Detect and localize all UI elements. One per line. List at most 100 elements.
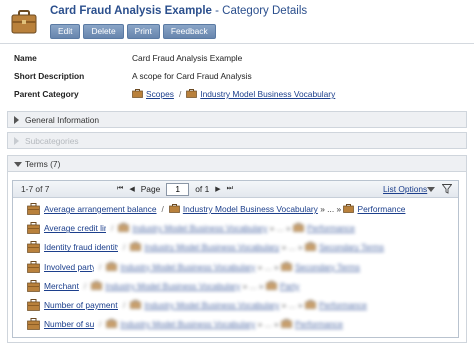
path-separator: / [99, 261, 102, 272]
table-row: Number of suspicious transactions / Indust… [27, 316, 437, 335]
name-value: Card Fraud Analysis Example [132, 53, 243, 63]
short-description-label: Short Description [14, 71, 85, 81]
term-category-path: / Industry Model Business Vocabulary » ..… [118, 242, 384, 252]
path-separator: / [178, 89, 182, 99]
term-path: Involved party at transaction status / Ind… [44, 261, 360, 272]
term-icon [27, 279, 40, 292]
general-information-panel[interactable]: General Information [7, 111, 467, 128]
term-icon [27, 260, 40, 273]
path-ellipsis: » ... » [255, 319, 281, 330]
short-description-value: A scope for Card Fraud Analysis [132, 71, 252, 81]
category-icon [169, 204, 183, 214]
category-link[interactable]: Industry Model Business Vocabulary [144, 242, 279, 252]
term-icon [27, 241, 40, 254]
next-page-icon[interactable]: ▶ [215, 185, 220, 193]
chevron-down-icon[interactable] [427, 187, 435, 192]
table-row: Average arrangement balance / Industry Mod… [27, 201, 437, 220]
term-link[interactable]: Number of payment card system [44, 300, 118, 310]
category-icon [266, 280, 280, 291]
page-title: Card Fraud Analysis Example - Category D… [50, 5, 307, 17]
leaf-category-link[interactable]: Secondary Terms [295, 262, 360, 272]
last-page-icon[interactable]: ⏭ [227, 185, 233, 193]
term-category-path: / Industry Model Business Vocabulary » ..… [157, 204, 405, 214]
parent-category-path: Scopes / Industry Model Business Vocabular… [132, 89, 335, 99]
term-link[interactable]: Number of suspicious transactions [44, 319, 94, 329]
category-link[interactable]: Industry Model Business Vocabulary [120, 319, 255, 329]
category-icon [130, 242, 144, 252]
category-link[interactable]: Industry Model Business Vocabulary [132, 223, 267, 233]
general-information-title: General Information [25, 115, 100, 125]
path-ellipsis: » ... » [240, 280, 266, 291]
title-suffix: - Category Details [211, 5, 308, 17]
scopes-link[interactable]: Scopes [146, 89, 174, 99]
expand-arrow-icon [14, 116, 19, 124]
term-category-path: / Industry Model Business Vocabulary » ..… [79, 280, 300, 291]
term-category-path: / Industry Model Business Vocabulary » ..… [118, 300, 367, 310]
category-title: Card Fraud Analysis Example [50, 5, 212, 17]
term-path: Identity fraud identity information / Indu… [44, 242, 384, 252]
grid-toolbar: 1-7 of 7 ⏮ ◀ Page of 1 ▶ ⏭ List Options [13, 181, 458, 198]
term-path: Number of payment card system / Industry M… [44, 300, 367, 310]
parent-category-row: Parent Category Scopes / Industry Model Bu… [14, 89, 464, 103]
category-icon [186, 89, 198, 98]
category-icon [305, 300, 319, 310]
first-page-icon[interactable]: ⏮ [117, 185, 123, 193]
term-link[interactable]: Average arrangement balance [44, 204, 157, 214]
category-icon [91, 280, 105, 291]
leaf-category-link[interactable]: Secondary Terms [319, 242, 384, 252]
table-row: Involved party at transaction status / Ind… [27, 259, 437, 278]
name-row: Name Card Fraud Analysis Example [14, 53, 464, 67]
subcategories-panel: Subcategories [7, 132, 467, 149]
path-ellipsis: » ... » [279, 300, 305, 310]
filter-icon[interactable] [442, 184, 452, 194]
print-button[interactable]: Print [126, 24, 160, 39]
result-count: 1-7 of 7 [21, 184, 50, 194]
term-category-path: / Industry Model Business Vocabulary » ..… [94, 261, 360, 272]
category-icon [106, 261, 120, 272]
term-category-path: / Industry Model Business Vocabulary » ..… [106, 223, 355, 233]
category-icon [305, 242, 319, 252]
term-link[interactable]: Average credit limit [44, 223, 106, 233]
feedback-button[interactable]: Feedback [162, 24, 216, 39]
expand-arrow-icon [14, 137, 19, 145]
path-separator: / [161, 204, 164, 214]
term-link[interactable]: Identity fraud identity information [44, 242, 118, 252]
industry-model-link[interactable]: Industry Model Business Vocabulary [200, 89, 335, 99]
term-category-path: / Industry Model Business Vocabulary » ..… [94, 319, 343, 329]
scope-icon [132, 89, 143, 98]
leaf-category-link[interactable]: Party [280, 281, 300, 291]
path-separator: / [123, 300, 126, 310]
leaf-category-link[interactable]: Performance [357, 204, 405, 214]
parent-category-label: Parent Category [14, 89, 79, 99]
leaf-category-link[interactable]: Performance [307, 223, 355, 233]
category-link[interactable]: Industry Model Business Vocabulary [144, 300, 279, 310]
term-path: Average credit limit / Industry Model Busi… [44, 223, 355, 233]
delete-button[interactable]: Delete [83, 24, 124, 39]
category-link[interactable]: Industry Model Business Vocabulary [120, 262, 255, 272]
path-ellipsis: » ... » [255, 261, 281, 272]
path-separator: / [99, 319, 102, 330]
term-icon [27, 222, 40, 235]
leaf-category-link[interactable]: Performance [319, 300, 367, 310]
term-icon [27, 299, 40, 311]
category-link[interactable]: Industry Model Business Vocabulary [105, 281, 240, 291]
term-link[interactable]: Involved party at transaction status [44, 262, 94, 272]
page-number-input[interactable] [166, 182, 190, 196]
edit-button[interactable]: Edit [50, 24, 81, 39]
briefcase-icon [11, 10, 37, 34]
category-icon [118, 223, 132, 233]
table-row: Number of payment card system / Industry M… [27, 297, 437, 316]
list-options-link[interactable]: List Options [383, 184, 427, 194]
short-description-row: Short Description A scope for Card Fraud… [14, 71, 464, 85]
category-icon [281, 261, 295, 272]
path-ellipsis: » ... » [317, 204, 344, 214]
path-separator: / [123, 242, 126, 253]
table-row: Average credit limit / Industry Model Busi… [27, 220, 437, 239]
page-total: of 1 [195, 184, 210, 194]
previous-page-icon[interactable]: ◀ [129, 185, 134, 193]
path-ellipsis: » ... » [267, 223, 293, 234]
leaf-category-link[interactable]: Performance [295, 319, 343, 329]
term-link[interactable]: Merchant [44, 281, 79, 291]
page-header: Card Fraud Analysis Example - Category D… [0, 0, 474, 44]
category-link[interactable]: Industry Model Business Vocabulary [183, 204, 318, 214]
